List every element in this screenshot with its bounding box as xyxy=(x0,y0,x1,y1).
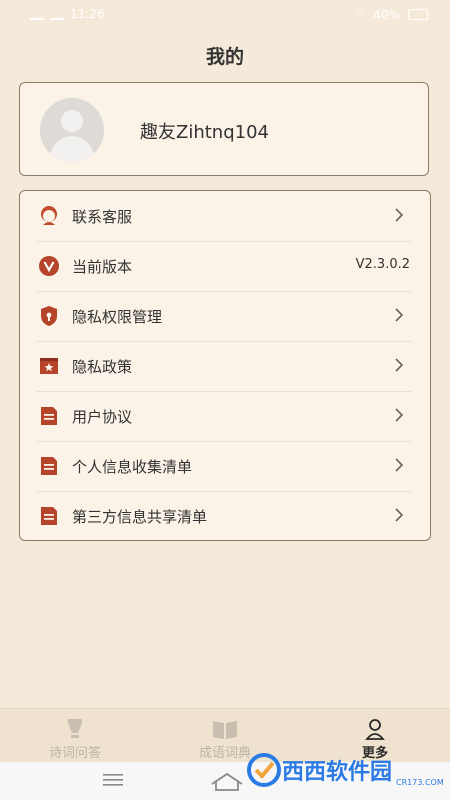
customer-service-icon xyxy=(41,206,57,225)
profile-card[interactable]: 趣友Zihtnq104 xyxy=(19,82,429,176)
menu-item-version[interactable]: 当前版本 V2.3.0.2 xyxy=(36,241,412,292)
status-bar: 11:26 ⌔ 40% xyxy=(0,0,450,30)
pen-nib-icon xyxy=(68,719,82,738)
chevron-right-icon xyxy=(395,458,404,472)
menu-item-label: 隐私政策 xyxy=(72,358,133,376)
settings-menu: 联系客服 当前版本 V2.3.0.2 隐私权限管理 隐私政策 用户协议 个人信息… xyxy=(19,190,431,541)
menu-item-label: 用户协议 xyxy=(72,408,133,426)
watermark-logo: 西西软件园 CR173.COM xyxy=(246,752,444,792)
menu-item-privacy-permissions[interactable]: 隐私权限管理 xyxy=(36,291,412,342)
chevron-right-icon xyxy=(395,208,404,222)
username: 趣友Zihtnq104 xyxy=(140,122,269,143)
page-title: 我的 xyxy=(205,46,244,68)
document-icon xyxy=(41,507,57,525)
privacy-shield-icon xyxy=(41,306,57,326)
avatar[interactable] xyxy=(40,98,104,162)
battery-icon xyxy=(408,9,428,20)
book-icon xyxy=(213,721,237,739)
menu-item-third-party-sharing-list[interactable]: 第三方信息共享清单 xyxy=(36,491,412,541)
tab-label: 诗词问答 xyxy=(48,746,101,761)
signal-icon-2 xyxy=(50,8,64,20)
menu-item-privacy-policy[interactable]: 隐私政策 xyxy=(36,341,412,392)
menu-item-label: 当前版本 xyxy=(72,258,133,276)
battery-percent: 40% xyxy=(373,7,400,22)
menu-item-label: 隐私权限管理 xyxy=(72,308,163,326)
document-icon xyxy=(41,407,57,425)
signal-icon xyxy=(30,8,44,20)
menu-icon[interactable] xyxy=(102,770,124,790)
version-value: V2.3.0.2 xyxy=(355,257,410,272)
chevron-right-icon xyxy=(395,408,404,422)
version-icon xyxy=(39,256,59,276)
menu-item-label: 第三方信息共享清单 xyxy=(72,508,208,526)
user-icon xyxy=(365,719,385,740)
watermark-text: 西西软件园 xyxy=(282,760,393,785)
watermark-sub: CR173.COM xyxy=(396,778,444,787)
chevron-right-icon xyxy=(395,358,404,372)
document-icon xyxy=(41,457,57,475)
menu-item-personal-info-list[interactable]: 个人信息收集清单 xyxy=(36,441,412,492)
privacy-policy-icon xyxy=(40,358,58,374)
chevron-right-icon xyxy=(395,508,404,522)
menu-item-label: 联系客服 xyxy=(72,208,133,226)
chevron-right-icon xyxy=(395,308,404,322)
tab-poetry-qa[interactable]: 诗词问答 xyxy=(0,709,150,763)
menu-item-label: 个人信息收集清单 xyxy=(72,458,193,476)
menu-item-customer-service[interactable]: 联系客服 xyxy=(36,191,412,242)
watermark-icon xyxy=(247,753,281,787)
home-icon[interactable] xyxy=(210,770,244,792)
wifi-icon: ⌔ xyxy=(354,7,366,21)
status-time: 11:26 xyxy=(70,7,105,21)
menu-item-user-agreement[interactable]: 用户协议 xyxy=(36,391,412,442)
